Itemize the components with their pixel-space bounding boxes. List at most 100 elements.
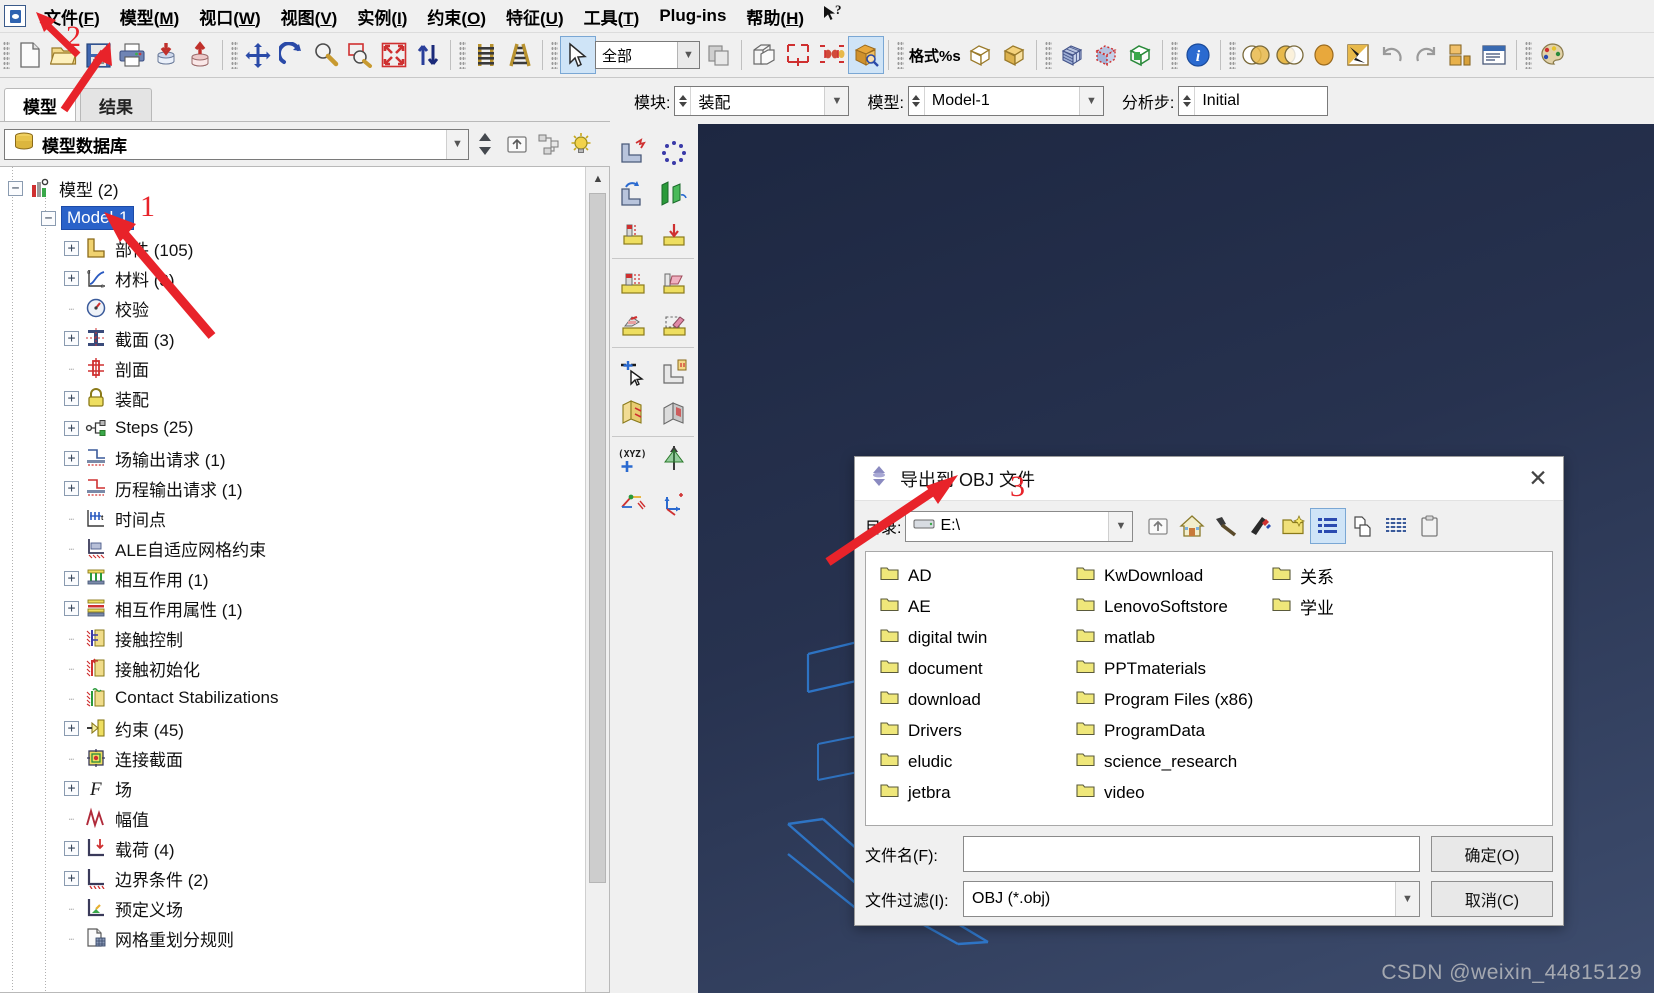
expander-icon[interactable]: + <box>64 421 79 436</box>
mesh-cube-icon[interactable] <box>1055 37 1089 73</box>
tree-item-connector-sections[interactable]: … 连接截面 <box>0 743 585 773</box>
tree-item-loads[interactable]: + 载荷 (4) <box>0 833 585 863</box>
toolbar-grip-9[interactable] <box>1525 41 1532 69</box>
undo-icon[interactable] <box>1375 37 1409 73</box>
tree-item-fields[interactable]: + F 场 <box>0 773 585 803</box>
datum-plane-icon[interactable] <box>653 262 694 303</box>
file-item[interactable]: video <box>1068 777 1264 808</box>
instance-icon[interactable] <box>747 37 781 73</box>
pan-icon[interactable] <box>241 37 275 73</box>
menu-model[interactable]: 模型(M) <box>110 2 190 31</box>
create-pattern-icon[interactable] <box>653 132 694 173</box>
mesh-ladder-icon[interactable] <box>469 37 503 73</box>
toolbar-grip-3[interactable] <box>459 41 466 69</box>
node-set-icon[interactable] <box>815 37 849 73</box>
rotate-instance-icon[interactable] <box>612 214 653 255</box>
file-item[interactable]: Program Files (x86) <box>1068 684 1264 715</box>
chevron-down-icon[interactable]: ▼ <box>1108 512 1132 541</box>
menu-viewport[interactable]: 视口(W) <box>189 2 270 31</box>
tree-item-constraints[interactable]: + 约束 (45) <box>0 713 585 743</box>
lightbulb-icon[interactable] <box>565 127 597 161</box>
tree-scrollbar[interactable]: ▲ <box>585 167 609 992</box>
scroll-up-icon[interactable]: ▲ <box>586 167 610 191</box>
file-item[interactable]: AD <box>872 560 1068 591</box>
palette-icon[interactable] <box>1535 37 1569 73</box>
abaqus-app-icon[interactable] <box>4 5 26 27</box>
copy-icon[interactable] <box>702 37 736 73</box>
query-icon[interactable] <box>612 351 653 392</box>
scrollbar-thumb[interactable] <box>589 193 606 883</box>
render-shaded-icon[interactable] <box>849 37 883 73</box>
partition-cell-icon[interactable] <box>612 262 653 303</box>
menu-plugins[interactable]: Plug-ins <box>649 4 736 28</box>
tab-model[interactable]: 模型 <box>4 88 76 121</box>
file-item[interactable]: KwDownload <box>1068 560 1264 591</box>
tree-item-profiles[interactable]: … 剖面 <box>0 353 585 383</box>
csys-xyz-icon[interactable]: (XYZ) <box>612 440 653 481</box>
expander-icon[interactable]: + <box>64 271 79 286</box>
file-item[interactable]: Drivers <box>872 715 1068 746</box>
file-item[interactable]: jetbra <box>872 777 1068 808</box>
expander-icon[interactable]: + <box>64 241 79 256</box>
work-directory-icon[interactable] <box>1209 509 1243 543</box>
filename-input[interactable] <box>963 836 1420 872</box>
file-item[interactable]: 关系 <box>1264 560 1460 591</box>
tree-item-model-root[interactable]: − 模型 (2) <box>0 173 585 203</box>
file-item[interactable]: 学业 <box>1264 591 1460 622</box>
tree-item-time-points[interactable]: … t 时间点 <box>0 503 585 533</box>
shaded-cube-icon[interactable] <box>997 37 1031 73</box>
tree-item-sections[interactable]: + 截面 (3) <box>0 323 585 353</box>
toolbar-grip-2[interactable] <box>231 41 238 69</box>
model-database-combo[interactable]: 模型数据库 ▼ <box>4 129 469 160</box>
paste-icon[interactable] <box>1413 509 1447 543</box>
translate-instance-icon[interactable] <box>653 214 694 255</box>
chevron-down-icon[interactable]: ▼ <box>824 87 848 115</box>
file-item[interactable]: download <box>872 684 1068 715</box>
plot-icon[interactable] <box>1443 37 1477 73</box>
create-instance-icon[interactable] <box>612 132 653 173</box>
menu-instance[interactable]: 实例(I) <box>347 2 417 31</box>
up-folder-icon[interactable] <box>501 127 533 161</box>
tree-item-boundary-conditions[interactable]: + 边界条件 (2) <box>0 863 585 893</box>
toolbar-grip-8[interactable] <box>1229 41 1236 69</box>
expander-icon[interactable]: + <box>64 451 79 466</box>
file-item[interactable]: PPTmaterials <box>1068 653 1264 684</box>
open-folder-icon[interactable] <box>47 37 81 73</box>
dotted-cube-icon[interactable] <box>1089 37 1123 73</box>
file-list[interactable]: AD AE digital twin document download Dri… <box>865 551 1553 826</box>
list-view-icon[interactable] <box>1345 509 1379 543</box>
model-combo[interactable]: Model-1 ▼ <box>908 86 1104 116</box>
file-item[interactable]: science_research <box>1068 746 1264 777</box>
expander-icon[interactable]: + <box>64 481 79 496</box>
new-file-icon[interactable] <box>13 37 47 73</box>
tree-item-predefined-fields[interactable]: … 预定义场 <box>0 893 585 923</box>
tree-item-remeshing-rules[interactable]: … 网格重划分规则 <box>0 923 585 953</box>
ok-button[interactable]: 确定(O) <box>1431 836 1553 872</box>
info-icon[interactable]: i <box>1181 37 1215 73</box>
select-arrow-icon[interactable] <box>561 37 595 73</box>
tree-item-parts[interactable]: + 部件 (105) <box>0 233 585 263</box>
new-folder-icon[interactable] <box>1277 509 1311 543</box>
position-constraint-icon[interactable] <box>612 303 653 344</box>
close-icon[interactable]: ✕ <box>1519 461 1557 497</box>
zoom-box-icon[interactable] <box>343 37 377 73</box>
surface-icon[interactable] <box>653 392 694 433</box>
redo-icon[interactable] <box>1409 37 1443 73</box>
selection-filter-combo[interactable]: 全部 ▼ <box>595 41 700 69</box>
expander-icon[interactable]: + <box>64 721 79 736</box>
table-icon[interactable] <box>1477 37 1511 73</box>
tree-item-contact-stabilizations[interactable]: … Contact Stabilizations <box>0 683 585 713</box>
tree-item-field-output[interactable]: + 场输出请求 (1) <box>0 443 585 473</box>
toolbar-grip-6[interactable] <box>1045 41 1052 69</box>
save-icon[interactable] <box>81 37 115 73</box>
expander-icon[interactable]: − <box>41 211 56 226</box>
context-help-arrow-icon[interactable]: ? <box>814 2 852 31</box>
step-spinner[interactable] <box>1179 87 1195 115</box>
chevron-down-icon[interactable]: ▼ <box>1079 87 1103 115</box>
link-model-icon[interactable] <box>533 127 565 161</box>
tree-item-calibration[interactable]: … 校验 <box>0 293 585 323</box>
sort-icon[interactable] <box>411 37 445 73</box>
expander-icon[interactable]: + <box>64 781 79 796</box>
file-item[interactable]: digital twin <box>872 622 1068 653</box>
step-combo[interactable]: Initial <box>1178 86 1328 116</box>
